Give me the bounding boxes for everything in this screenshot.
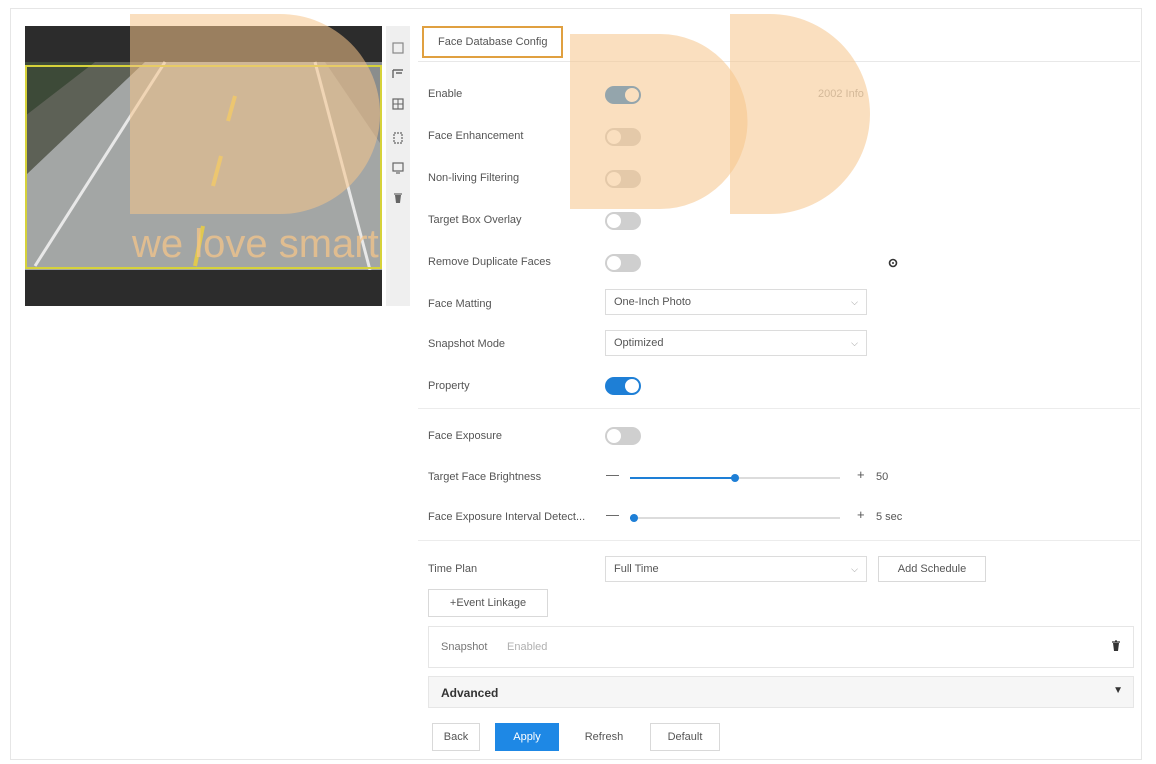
chevron-down-icon: ⌵ bbox=[851, 564, 858, 574]
apply-button[interactable]: Apply bbox=[495, 723, 559, 751]
face-exposure-toggle[interactable] bbox=[605, 427, 641, 445]
target-box-overlay-toggle[interactable] bbox=[605, 212, 641, 230]
enable-label: Enable bbox=[428, 88, 463, 100]
face-enhancement-label: Face Enhancement bbox=[428, 130, 524, 142]
event-linkage-button[interactable]: +Event Linkage bbox=[428, 589, 548, 617]
region-icon[interactable] bbox=[390, 130, 406, 146]
target-icon[interactable] bbox=[390, 160, 406, 176]
divider bbox=[418, 408, 1140, 409]
time-plan-value: Full Time bbox=[614, 563, 659, 575]
drawing-toolbar bbox=[386, 26, 410, 306]
chevron-down-icon: ⌵ bbox=[851, 338, 858, 348]
property-toggle[interactable] bbox=[605, 377, 641, 395]
time-plan-label: Time Plan bbox=[428, 563, 478, 575]
clear-icon[interactable] bbox=[390, 190, 406, 206]
non-living-filtering-toggle[interactable] bbox=[605, 170, 641, 188]
brightness-decrease-button[interactable]: — bbox=[606, 467, 619, 482]
enable-info-text: 2002 Info bbox=[818, 88, 864, 100]
snapshot-panel: Snapshot Enabled bbox=[428, 626, 1134, 668]
tab-face-database-config[interactable]: Face Database Config bbox=[422, 26, 564, 58]
advanced-label: Advanced bbox=[441, 686, 499, 700]
add-schedule-button[interactable]: Add Schedule bbox=[878, 556, 986, 582]
pointer-icon[interactable] bbox=[390, 40, 406, 56]
snapshot-status: Enabled bbox=[507, 641, 548, 653]
snapshot-mode-value: Optimized bbox=[614, 337, 664, 349]
enable-toggle[interactable] bbox=[605, 86, 641, 104]
interval-value: 5 sec bbox=[876, 511, 903, 523]
face-exposure-label: Face Exposure bbox=[428, 430, 502, 442]
snapshot-mode-select[interactable]: Optimized ⌵ bbox=[605, 330, 867, 356]
brightness-slider[interactable] bbox=[630, 474, 840, 482]
chevron-down-icon[interactable]: ▼ bbox=[1113, 685, 1123, 696]
brightness-slider-fill bbox=[630, 477, 735, 479]
brightness-increase-button[interactable]: + bbox=[857, 467, 865, 482]
remove-duplicate-faces-label: Remove Duplicate Faces bbox=[428, 256, 551, 268]
back-button[interactable]: Back bbox=[432, 723, 480, 751]
brightness-value: 50 bbox=[876, 471, 889, 483]
video-preview[interactable] bbox=[25, 26, 382, 306]
face-matting-label: Face Matting bbox=[428, 298, 492, 310]
interval-increase-button[interactable]: + bbox=[857, 507, 865, 522]
default-button[interactable]: Default bbox=[650, 723, 720, 751]
face-enhancement-toggle[interactable] bbox=[605, 128, 641, 146]
face-matting-select[interactable]: One-Inch Photo ⌵ bbox=[605, 289, 867, 315]
snapshot-mode-label: Snapshot Mode bbox=[428, 338, 506, 350]
time-plan-select[interactable]: Full Time ⌵ bbox=[605, 556, 867, 582]
chevron-down-icon: ⌵ bbox=[851, 297, 858, 307]
property-label: Property bbox=[428, 380, 470, 392]
interval-slider[interactable] bbox=[630, 514, 840, 522]
divider bbox=[418, 540, 1140, 541]
non-living-filtering-label: Non-living Filtering bbox=[428, 172, 520, 184]
snapshot-label: Snapshot bbox=[441, 641, 488, 653]
remove-duplicate-faces-toggle[interactable] bbox=[605, 254, 641, 272]
refresh-button[interactable]: Refresh bbox=[570, 723, 638, 751]
tab-bar: Face Database Config bbox=[418, 24, 1140, 62]
advanced-section[interactable]: Advanced ▼ bbox=[428, 676, 1134, 708]
interval-decrease-button[interactable]: — bbox=[606, 507, 619, 522]
settings-gear-icon[interactable] bbox=[888, 257, 898, 268]
target-face-brightness-label: Target Face Brightness bbox=[428, 471, 542, 483]
grid-icon[interactable] bbox=[390, 96, 406, 112]
face-exposure-interval-label: Face Exposure Interval Detect... bbox=[428, 511, 586, 523]
brightness-slider-thumb[interactable] bbox=[731, 474, 739, 482]
target-box-overlay-label: Target Box Overlay bbox=[428, 214, 522, 226]
face-matting-value: One-Inch Photo bbox=[614, 296, 692, 308]
delete-icon[interactable] bbox=[1111, 640, 1121, 652]
rule-icon[interactable] bbox=[390, 66, 406, 82]
